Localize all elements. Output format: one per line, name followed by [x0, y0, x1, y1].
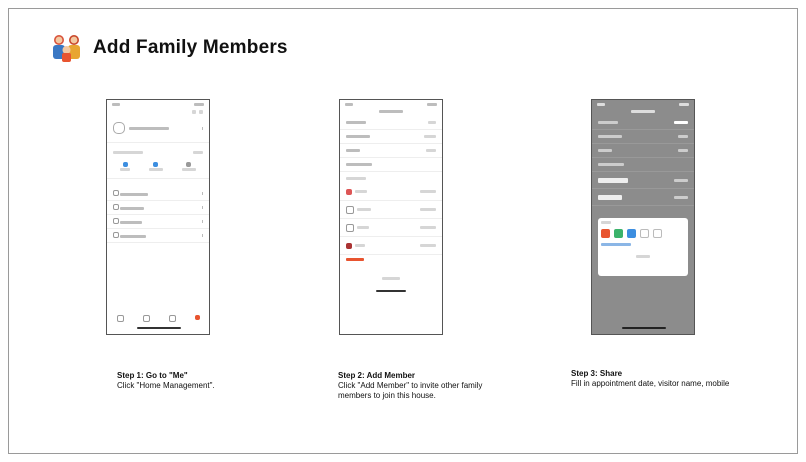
- header: Add Family Members: [49, 33, 288, 63]
- step-2-title: Step 2: Add Member: [338, 371, 416, 380]
- step-2-text: Click "Add Member" to invite other famil…: [338, 381, 483, 400]
- step-1-text: Click "Home Management".: [117, 381, 215, 390]
- step-2: Step 2: Add Member Click "Add Member" to…: [338, 371, 488, 401]
- step-3: Step 3: Share Fill in appointment date, …: [571, 369, 791, 389]
- slide: Add Family Members Step 1: Go to "Me" Cl…: [8, 8, 798, 454]
- step-3-title: Step 3: Share: [571, 369, 623, 378]
- family-icon: [53, 35, 80, 62]
- step-1: Step 1: Go to "Me" Click "Home Managemen…: [117, 371, 287, 391]
- step-3-text: Fill in appointment date, visitor name, …: [571, 379, 730, 388]
- page-title: Add Family Members: [93, 37, 288, 58]
- phone-screenshot-share: [591, 99, 695, 335]
- phone-screenshot-home-settings: [339, 99, 443, 335]
- step-1-title: Step 1: Go to "Me": [117, 371, 188, 380]
- phone-screenshot-me: [106, 99, 210, 335]
